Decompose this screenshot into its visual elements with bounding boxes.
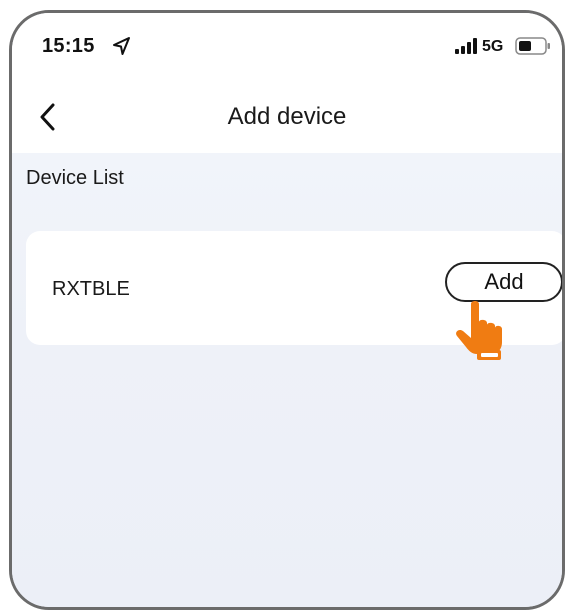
device-list-title: Device List bbox=[26, 167, 124, 189]
battery-icon bbox=[515, 37, 550, 55]
add-device-button[interactable]: Add bbox=[445, 262, 562, 302]
navigation-bar: Add device bbox=[12, 91, 562, 147]
status-bar: 15:15 5G bbox=[12, 13, 562, 73]
page-title: Add device bbox=[227, 103, 347, 130]
device-list-item: RXTBLE Add bbox=[26, 231, 562, 345]
header-area: 15:15 5G Add device bbox=[12, 13, 562, 153]
device-name: RXTBLE bbox=[52, 278, 130, 300]
network-type-label: 5G bbox=[482, 38, 504, 55]
signal-bars-icon bbox=[455, 38, 477, 54]
status-time: 15:15 bbox=[42, 35, 95, 57]
location-arrow-icon bbox=[113, 37, 130, 55]
device-list-section: Device List RXTBLE Add bbox=[12, 153, 562, 607]
phone-frame: 15:15 5G Add device Device List RXTBLE A… bbox=[9, 10, 565, 610]
